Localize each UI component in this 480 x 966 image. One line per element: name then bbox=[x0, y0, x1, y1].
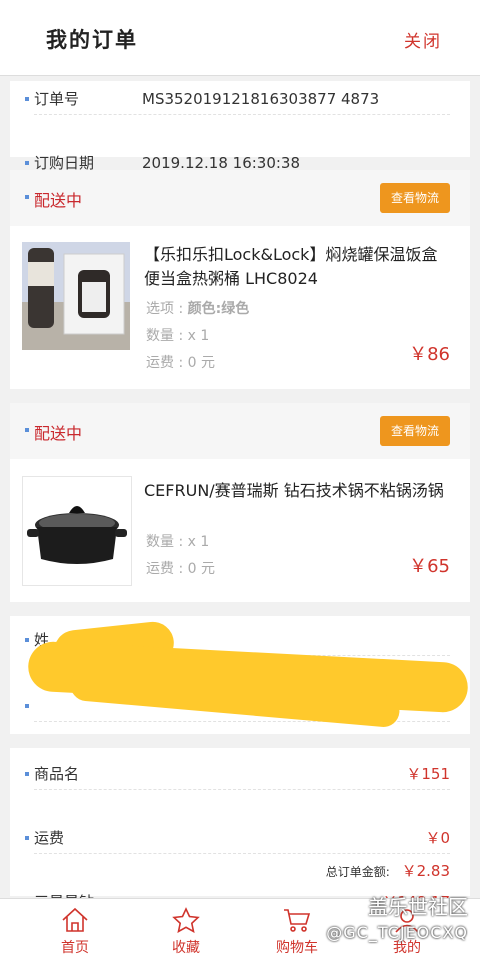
order-info-card: 订单号 MS352019121816303877 4873 订购日期 2019.… bbox=[10, 81, 470, 179]
tab-favorites[interactable]: 收藏 bbox=[141, 907, 231, 957]
order-id-label: 订单号 bbox=[34, 90, 80, 108]
page-title: 我的订单 bbox=[46, 28, 138, 52]
product-name[interactable]: 【乐扣乐扣Lock&Lock】焖烧罐保温饭盒便当盒热粥桶 LHC8024 bbox=[144, 243, 452, 291]
bullet-icon bbox=[25, 638, 29, 642]
product-price: ￥65 bbox=[409, 556, 450, 577]
total-value: ￥2.83 bbox=[401, 862, 450, 880]
tab-home[interactable]: 首页 bbox=[30, 907, 120, 957]
product-quantity: 数量 : x 1 bbox=[146, 534, 210, 550]
product-card[interactable]: CEFRUN/赛普瑞斯 钻石技术锅不粘锅汤锅 数量 : x 1 运费 : 0 元… bbox=[10, 459, 470, 602]
tab-label: 收藏 bbox=[172, 940, 200, 956]
close-button[interactable]: 关闭 bbox=[404, 27, 442, 52]
shipping-value: ￥0 bbox=[425, 829, 450, 847]
tab-label: 首页 bbox=[61, 940, 89, 956]
summary-shipping-row: 运费 ￥0 bbox=[10, 822, 470, 854]
view-logistics-button[interactable]: 查看物流 bbox=[380, 416, 450, 446]
header: 我的订单 关闭 bbox=[0, 0, 480, 76]
product-shipping: 运费 : 0 元 bbox=[146, 561, 215, 577]
address-card: 姓 地址 bbox=[10, 616, 470, 788]
watermark-handle: @GC_TCJEOCXQ bbox=[326, 923, 468, 942]
product-price: ￥86 bbox=[409, 344, 450, 365]
watermark-title: 盖乐世社区 bbox=[368, 895, 468, 919]
items-label: 商品名 bbox=[34, 765, 80, 783]
summary-card: 商品名 ￥151 运费 ￥0 三星星钻 ￥148.17 总订单金额: ￥2.83 bbox=[10, 748, 470, 918]
items-value: ￥151 bbox=[406, 765, 450, 783]
bullet-icon bbox=[25, 836, 29, 840]
product-image bbox=[22, 476, 132, 586]
package-status-bar: 配送中 查看物流 bbox=[10, 170, 470, 226]
order-id-row: 订单号 MS352019121816303877 4873 bbox=[10, 83, 470, 115]
tab-label: 我的 bbox=[393, 940, 421, 956]
bullet-icon bbox=[25, 161, 29, 165]
bullet-icon bbox=[25, 704, 29, 708]
total-label: 总订单金额: bbox=[325, 865, 390, 879]
product-option: 选项 : 颜色:绿色 bbox=[146, 301, 250, 317]
product-image bbox=[22, 242, 130, 350]
product-card[interactable]: 【乐扣乐扣Lock&Lock】焖烧罐保温饭盒便当盒热粥桶 LHC8024 选项 … bbox=[10, 226, 470, 389]
tab-label: 购物车 bbox=[276, 940, 318, 956]
order-id-value: MS352019121816303877 4873 bbox=[142, 90, 380, 108]
delivery-status: 配送中 bbox=[34, 424, 83, 443]
home-icon bbox=[62, 907, 88, 932]
package-status-bar: 配送中 查看物流 bbox=[10, 403, 470, 459]
product-quantity: 数量 : x 1 bbox=[146, 328, 210, 344]
cart-icon bbox=[284, 909, 311, 932]
bullet-icon bbox=[25, 195, 29, 199]
product-shipping: 运费 : 0 元 bbox=[146, 355, 215, 371]
bullet-icon bbox=[25, 772, 29, 776]
star-icon bbox=[172, 907, 200, 933]
view-logistics-button[interactable]: 查看物流 bbox=[380, 183, 450, 213]
bottom-tab-bar: 首页 收藏 购物车 我的 盖乐世社区 @GC_TCJEOCXQ bbox=[0, 895, 480, 966]
delivery-status: 配送中 bbox=[34, 191, 83, 210]
product-name[interactable]: CEFRUN/赛普瑞斯 钻石技术锅不粘锅汤锅 bbox=[144, 479, 452, 503]
total-row: 总订单金额: ￥2.83 bbox=[326, 860, 450, 881]
bullet-icon bbox=[25, 428, 29, 432]
shipping-label: 运费 bbox=[34, 829, 65, 847]
summary-items-row: 商品名 ￥151 bbox=[10, 758, 470, 790]
bullet-icon bbox=[25, 97, 29, 101]
